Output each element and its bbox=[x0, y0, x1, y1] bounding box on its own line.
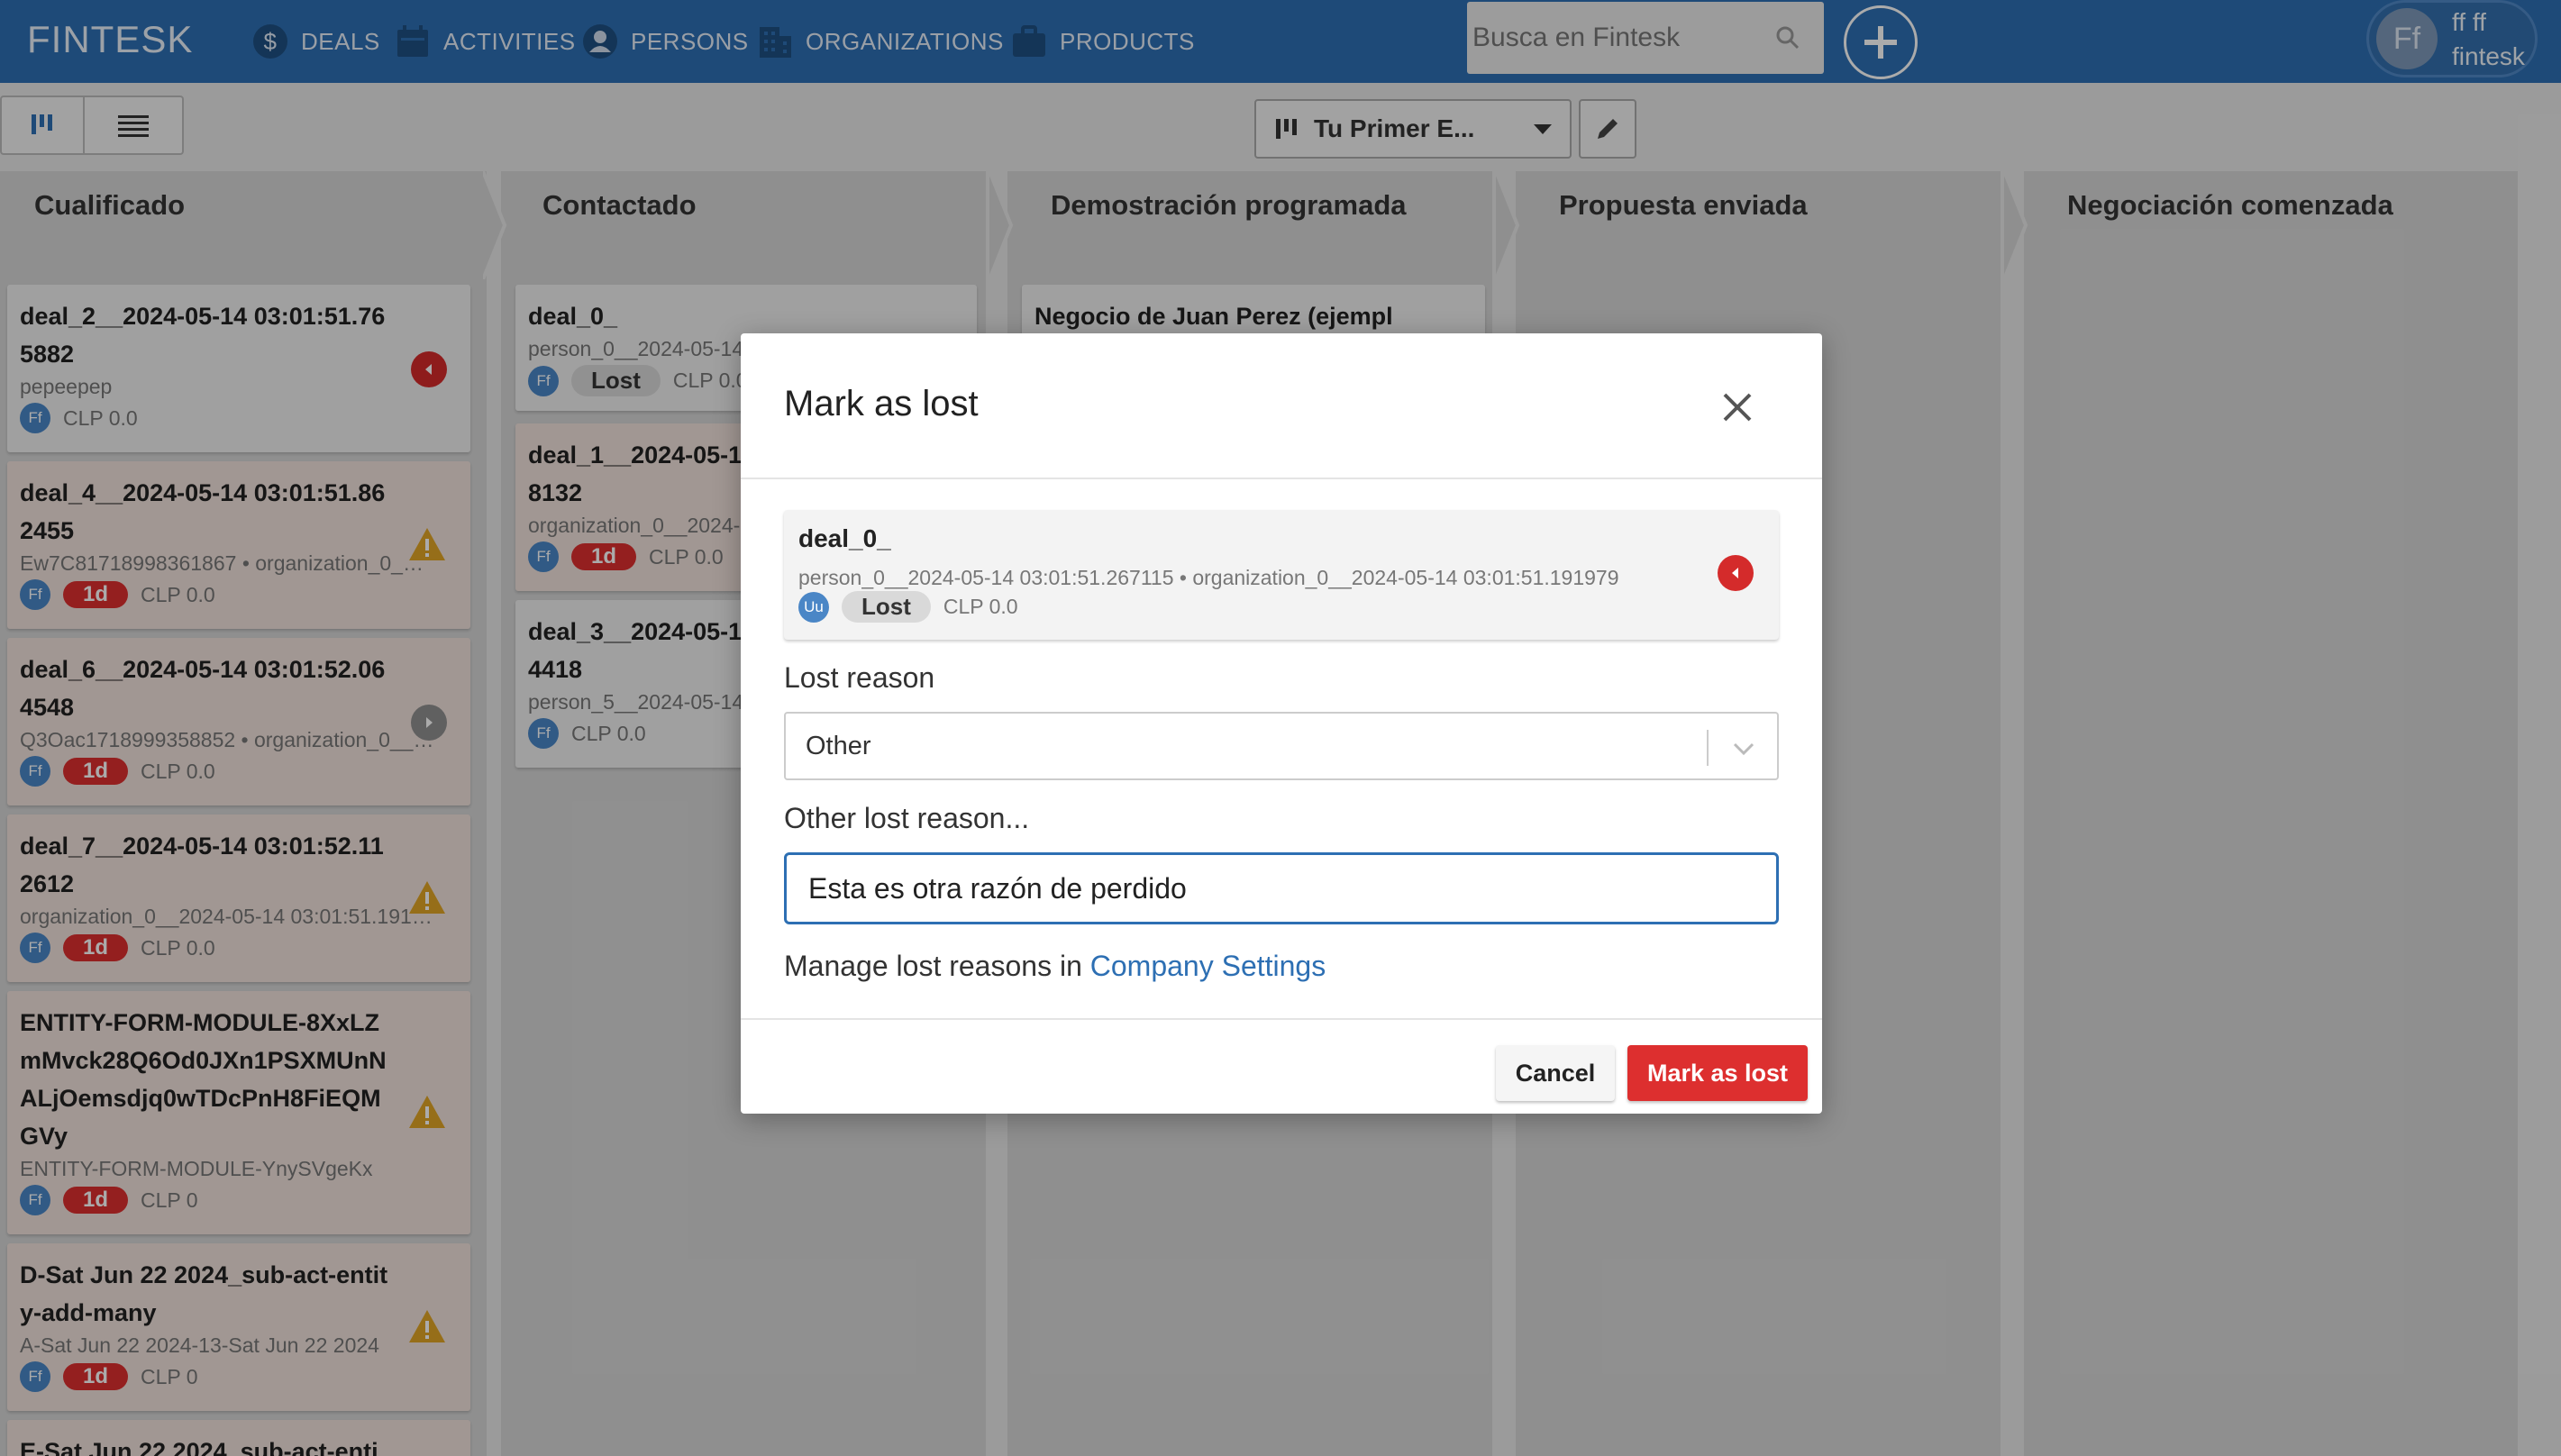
deal-subtitle: person_0__2024-05-14 03:01:51.267115 • o… bbox=[798, 566, 1619, 589]
red-arrow-icon[interactable] bbox=[1718, 555, 1754, 591]
cancel-button[interactable]: Cancel bbox=[1496, 1045, 1615, 1101]
mark-as-lost-button[interactable]: Mark as lost bbox=[1627, 1045, 1808, 1101]
dialog-divider bbox=[741, 478, 1822, 479]
manage-reasons-label: Manage lost reasons in bbox=[784, 950, 1082, 982]
avatar: Uu bbox=[798, 591, 829, 623]
mark-as-lost-dialog: Mark as lost deal_0_ person_0__2024-05-1… bbox=[741, 333, 1822, 1114]
select-separator bbox=[1707, 730, 1709, 766]
status-badge: Lost bbox=[842, 591, 931, 623]
dialog-title: Mark as lost bbox=[784, 384, 979, 423]
other-reason-input[interactable] bbox=[784, 852, 1779, 924]
chevron-down-icon bbox=[1733, 742, 1754, 756]
lost-reason-label: Lost reason bbox=[784, 661, 935, 694]
other-reason-label: Other lost reason... bbox=[784, 802, 1030, 834]
close-icon bbox=[1723, 393, 1752, 422]
close-button[interactable] bbox=[1718, 387, 1757, 427]
manage-reasons-text: Manage lost reasons in Company Settings bbox=[784, 950, 1326, 983]
selected-deal-card: deal_0_ person_0__2024-05-14 03:01:51.26… bbox=[784, 510, 1779, 640]
company-settings-link[interactable]: Company Settings bbox=[1090, 950, 1326, 982]
deal-title: deal_0_ bbox=[798, 524, 891, 552]
lost-reason-value: Other bbox=[806, 731, 871, 760]
deal-amount: CLP 0.0 bbox=[943, 595, 1018, 618]
dialog-divider bbox=[741, 1018, 1822, 1020]
lost-reason-select[interactable]: Other bbox=[784, 712, 1779, 780]
